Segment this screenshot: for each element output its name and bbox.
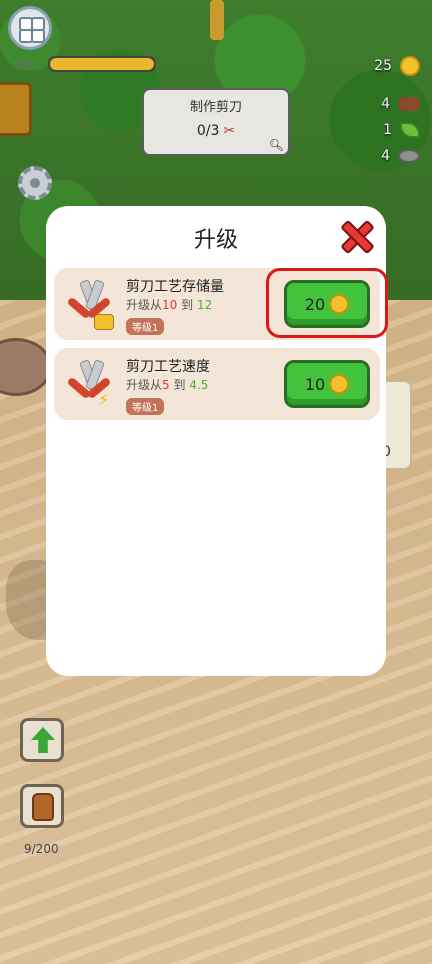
menu-grid-button[interactable] (8, 6, 52, 50)
scissors-speed-icon: ⚡︎ (64, 359, 112, 410)
level-badge: 等级1 (126, 398, 165, 415)
upgrade-description: 升级从10 到 12 (126, 298, 213, 312)
upgrade-row-speed: ⚡︎ 剪刀工艺速度 升级从5 到 4.5 等级1 10 (54, 348, 380, 420)
leaf-icon (400, 122, 420, 138)
upgrade-arrow-icon (31, 727, 55, 753)
leaf-count: 1 (383, 122, 392, 138)
level-badge: 等级1 (126, 318, 165, 335)
shop-chest-icon[interactable] (0, 82, 32, 136)
buy-upgrade-button[interactable]: 10 (284, 360, 370, 408)
wood-counter: 4 (381, 96, 420, 112)
backpack-button[interactable] (20, 784, 64, 828)
xp-progress-bar (48, 56, 156, 72)
task-progress-row: 0/3 ✂ (144, 123, 288, 139)
backpack-icon (32, 793, 54, 821)
settings-gear-icon[interactable] (18, 166, 52, 200)
upgrade-button[interactable] (20, 718, 64, 762)
crossed-tools-icon: ✂ (14, 51, 36, 79)
highlight-box (266, 268, 388, 338)
tree-trunk (210, 0, 224, 40)
leaf-counter: 1 (383, 122, 420, 138)
close-icon[interactable] (340, 220, 370, 250)
upgrade-description: 升级从5 到 4.5 (126, 378, 209, 392)
scissors-storage-icon (64, 279, 114, 330)
stone-count: 4 (381, 148, 390, 164)
dialog-title: 升级 (193, 228, 238, 253)
coin-icon (329, 374, 350, 394)
coin-icon (400, 56, 420, 76)
stone-icon (398, 149, 420, 163)
task-card[interactable]: 制作剪刀 0/3 ✂ 🔍︎ (142, 88, 290, 156)
task-title: 制作剪刀 (189, 100, 242, 115)
bag-capacity: 9/200 (24, 842, 59, 856)
upgrade-name: 剪刀工艺存储量 (126, 279, 224, 295)
magnifier-icon[interactable]: 🔍︎ (269, 138, 284, 152)
task-progress: 0/3 (196, 123, 220, 139)
buy-price: 10 (304, 374, 326, 394)
wood-count: 4 (381, 96, 390, 112)
stone-counter: 4 (381, 148, 420, 164)
coin-count: 25 (374, 58, 392, 74)
upgrade-name: 剪刀工艺速度 (126, 359, 210, 375)
xp-progress-fill (50, 58, 154, 70)
coin-counter: 25 (374, 56, 420, 76)
scissors-icon: ✂ (223, 123, 236, 139)
wood-log-icon (398, 97, 420, 111)
